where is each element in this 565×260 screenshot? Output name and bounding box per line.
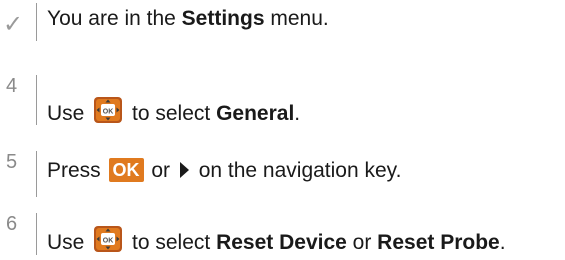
general-label: General: [216, 102, 295, 125]
reset-probe-label: Reset Probe: [377, 231, 500, 254]
text-segment: menu.: [264, 7, 329, 30]
text-segment: on the navigation key.: [192, 159, 402, 182]
step-text: Use OK to select Reset Device or Reset P…: [47, 225, 506, 256]
text-segment: or: [346, 231, 378, 254]
step-4: 4 Use OK to select General.: [0, 62, 565, 126]
text-segment: Use: [47, 231, 91, 254]
step-text: Press OK or on the navigation key.: [47, 158, 401, 184]
check-mark-icon: ✓: [3, 11, 24, 38]
step-number: 4: [6, 75, 18, 97]
settings-label: Settings: [181, 7, 265, 30]
svg-text:OK: OK: [103, 109, 114, 116]
step-divider: [36, 213, 37, 255]
step-text: You are in the Settings menu.: [47, 6, 329, 32]
ok-key-icon: OK: [108, 158, 144, 182]
step-text: Use OK to select General.: [47, 96, 300, 127]
text-segment: Press: [47, 159, 107, 182]
navigation-key-icon: OK: [93, 225, 123, 253]
step-result: ✓ You are in the Settings menu.: [0, 0, 565, 52]
step-number: 5: [6, 151, 18, 173]
text-segment: .: [294, 102, 301, 125]
step-6: 6 Use OK to select Reset Device or Reset…: [0, 200, 565, 257]
step-divider: [36, 75, 37, 125]
text-segment: Use: [47, 102, 91, 125]
step-divider: [36, 3, 37, 41]
text-segment: You are in the: [47, 7, 182, 30]
text-segment: .: [499, 231, 506, 254]
reset-device-label: Reset Device: [216, 231, 347, 254]
navigation-key-icon: OK: [93, 96, 123, 124]
step-divider: [36, 151, 37, 197]
text-segment: to select: [126, 231, 217, 254]
step-5: 5 Press OK or on the navigation key.: [0, 138, 565, 197]
arrow-right-icon: [179, 162, 189, 178]
text-segment: or: [145, 159, 176, 182]
step-number: 6: [6, 213, 18, 235]
svg-text:OK: OK: [103, 238, 114, 245]
text-segment: to select: [126, 102, 217, 125]
